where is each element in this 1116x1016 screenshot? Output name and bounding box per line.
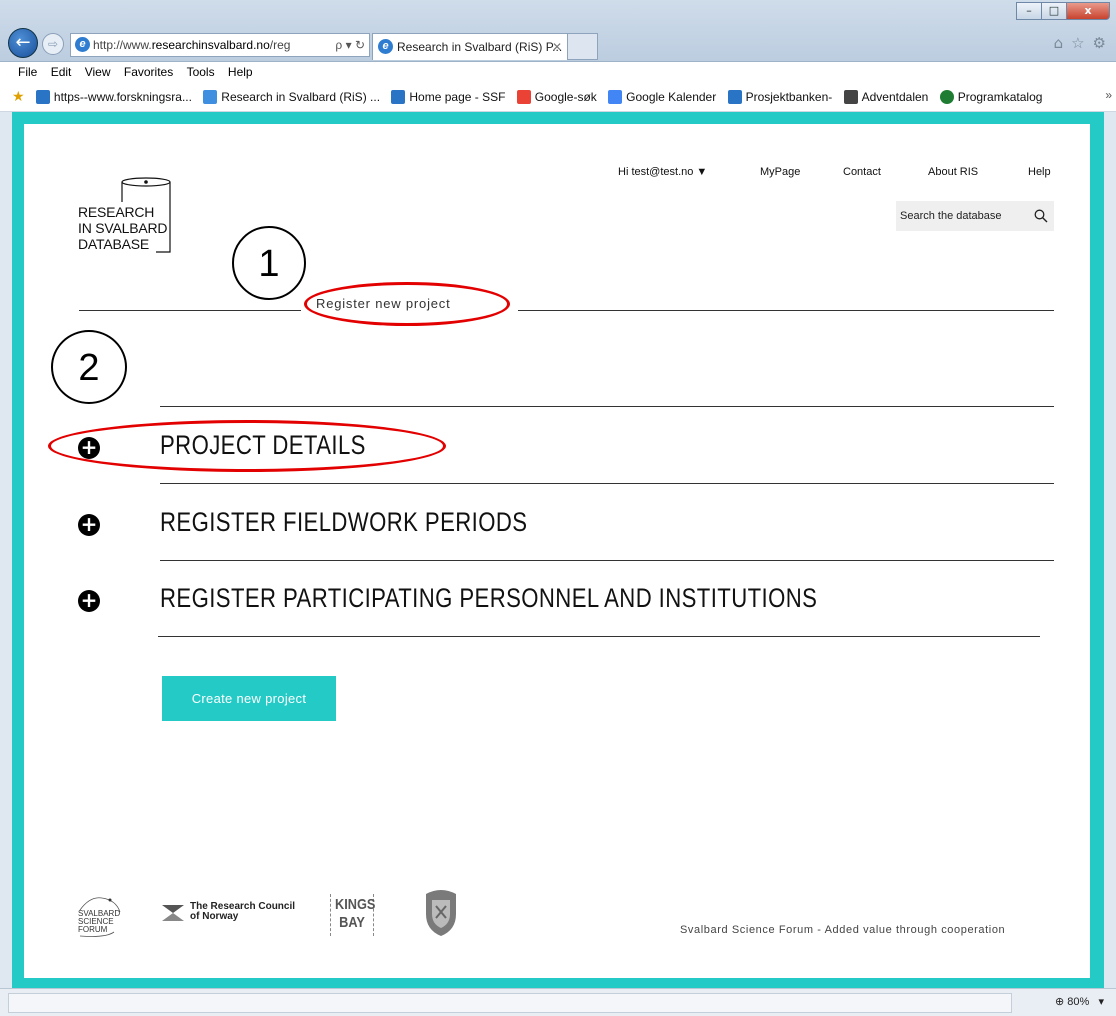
menu-help[interactable]: Help bbox=[228, 62, 253, 82]
logo-text: RESEARCH IN SVALBARD DATABASE bbox=[78, 204, 168, 252]
section-divider-right bbox=[518, 310, 1054, 311]
svalbard-science-forum-logo[interactable]: SVALBARD SCIENCE FORUM bbox=[76, 896, 126, 938]
maximize-button[interactable]: □ bbox=[1041, 2, 1067, 20]
favorite-link[interactable]: Research in Svalbard (RiS) ... bbox=[203, 82, 381, 111]
ie-icon: e bbox=[378, 39, 393, 54]
nav-about-link[interactable]: About RIS bbox=[928, 166, 978, 178]
accordion-divider bbox=[160, 560, 1054, 561]
menu-file[interactable]: File bbox=[18, 62, 37, 82]
favorite-label: Google Kalender bbox=[626, 90, 717, 104]
favicon-icon bbox=[35, 90, 50, 104]
settings-gear-icon[interactable]: ⚙ bbox=[1093, 34, 1106, 52]
window-controls: – □ x bbox=[1016, 2, 1110, 20]
close-window-button[interactable]: x bbox=[1066, 2, 1110, 20]
favorites-more-chevron-icon[interactable]: » bbox=[1105, 82, 1112, 108]
address-tools[interactable]: ρ ▾ ↻ bbox=[331, 34, 365, 56]
favorite-label: Adventdalen bbox=[861, 90, 929, 104]
search-placeholder: Search the database bbox=[900, 210, 1002, 222]
shield-crest-icon[interactable] bbox=[422, 888, 460, 938]
zoom-dropdown-chevron-icon[interactable]: ▾ bbox=[1092, 996, 1104, 1008]
address-url-domain: researchinsvalbard.no bbox=[151, 38, 270, 52]
nav-contact-link[interactable]: Contact bbox=[843, 166, 881, 178]
favorite-link[interactable]: https--www.forskningsra... bbox=[35, 82, 192, 111]
nav-mypage-link[interactable]: MyPage bbox=[760, 166, 800, 178]
accordion-fieldwork-periods[interactable]: REGISTER FIELDWORK PERIODS bbox=[160, 507, 527, 538]
ie-icon: e bbox=[75, 37, 90, 52]
zoom-icon: ⊕ bbox=[1054, 996, 1065, 1008]
user-menu-dropdown[interactable]: Hi test@test.no ▼ bbox=[618, 166, 707, 178]
address-url-suffix: /reg bbox=[269, 38, 291, 52]
favorites-add-icon[interactable]: ★ bbox=[12, 82, 25, 111]
rcn-logo-text: The Research Council of Norway bbox=[190, 901, 296, 922]
forward-button[interactable]: ⇨ bbox=[42, 33, 64, 55]
favorite-label: Home page - SSF bbox=[409, 90, 506, 104]
favorite-link[interactable]: Google Kalender bbox=[608, 82, 717, 111]
menu-favorites[interactable]: Favorites bbox=[124, 62, 173, 82]
research-council-mark-icon bbox=[162, 905, 184, 921]
annotation-marker-2: 2 bbox=[51, 330, 127, 404]
google-icon bbox=[516, 90, 531, 104]
favorite-label: https--www.forskningsra... bbox=[53, 90, 192, 104]
expand-plus-icon[interactable]: + bbox=[78, 590, 100, 612]
minimize-button[interactable]: – bbox=[1016, 2, 1042, 20]
footer-tagline: Svalbard Science Forum - Added value thr… bbox=[680, 924, 1006, 936]
section-divider-left bbox=[79, 310, 301, 311]
address-bar[interactable]: e http://www.researchinsvalbard.no/reg ρ… bbox=[70, 33, 370, 57]
favorite-label: Research in Svalbard (RiS) ... bbox=[221, 90, 381, 104]
annotation-highlight-project-details bbox=[48, 420, 446, 472]
menu-bar: File Edit View Favorites Tools Help bbox=[0, 62, 1116, 82]
favicon-icon bbox=[203, 90, 218, 104]
kings-bay-text: KINGS BAY bbox=[335, 896, 376, 931]
favorites-star-icon[interactable]: ☆ bbox=[1071, 34, 1084, 52]
nav-help-link[interactable]: Help bbox=[1028, 166, 1051, 178]
favicon-icon bbox=[843, 90, 858, 104]
favorite-label: Google-søk bbox=[534, 90, 597, 104]
search-icon[interactable] bbox=[1034, 209, 1048, 223]
favorite-label: Programkatalog bbox=[957, 90, 1043, 104]
zoom-value: 80% bbox=[1067, 996, 1090, 1008]
tab-title: Research in Svalbard (RiS) P... bbox=[397, 40, 563, 54]
home-icon[interactable]: ⌂ bbox=[1054, 34, 1064, 52]
zoom-level-control[interactable]: ⊕ 80% ▾ bbox=[1055, 995, 1104, 1008]
accordion-divider bbox=[158, 636, 1040, 637]
expand-plus-icon[interactable]: + bbox=[78, 514, 100, 536]
accordion-divider bbox=[160, 406, 1054, 407]
menu-edit[interactable]: Edit bbox=[51, 62, 72, 82]
favorite-link[interactable]: Adventdalen bbox=[843, 82, 929, 111]
favorite-link[interactable]: Prosjektbanken- bbox=[727, 82, 833, 111]
favicon-icon bbox=[727, 90, 742, 104]
kings-bay-logo[interactable]: KINGS BAY bbox=[330, 892, 394, 938]
favicon-icon bbox=[391, 90, 406, 104]
ssf-logo-text: SVALBARD SCIENCE FORUM bbox=[78, 909, 121, 934]
favorite-link[interactable]: Google-søk bbox=[516, 82, 597, 111]
globe-icon bbox=[939, 90, 954, 104]
research-council-logo[interactable]: The Research Council of Norway bbox=[190, 902, 295, 922]
favorite-label: Prosjektbanken- bbox=[745, 90, 833, 104]
favorite-link[interactable]: Home page - SSF bbox=[391, 82, 506, 111]
create-new-project-button[interactable]: Create new project bbox=[162, 676, 336, 721]
address-url-prefix: http://www. bbox=[93, 38, 152, 52]
browser-tab-active[interactable]: e Research in Svalbard (RiS) P... ✕ bbox=[372, 33, 568, 60]
annotation-marker-1: 1 bbox=[232, 226, 306, 300]
accordion-divider bbox=[160, 483, 1054, 484]
menu-view[interactable]: View bbox=[85, 62, 111, 82]
favorites-bar: ★ https--www.forskningsra... Research in… bbox=[0, 82, 1116, 112]
accordion-personnel-institutions[interactable]: REGISTER PARTICIPATING PERSONNEL AND INS… bbox=[160, 583, 817, 614]
status-text-area bbox=[8, 993, 1012, 1013]
favorite-link[interactable]: Programkatalog bbox=[939, 82, 1043, 111]
menu-tools[interactable]: Tools bbox=[187, 62, 215, 82]
new-tab-button[interactable] bbox=[568, 33, 598, 60]
browser-toolbar-icons: ⌂ ☆ ⚙ bbox=[1054, 34, 1106, 52]
tab-close-icon[interactable]: ✕ bbox=[552, 34, 562, 60]
browser-title-bar: – □ x ← ⇨ e http://www.researchinsvalbar… bbox=[0, 0, 1116, 62]
calendar-icon bbox=[608, 90, 623, 104]
browser-status-bar: ⊕ 80% ▾ bbox=[0, 988, 1116, 1016]
annotation-highlight-title bbox=[304, 282, 510, 326]
search-input[interactable]: Search the database bbox=[896, 201, 1054, 231]
back-button[interactable]: ← bbox=[8, 28, 38, 58]
